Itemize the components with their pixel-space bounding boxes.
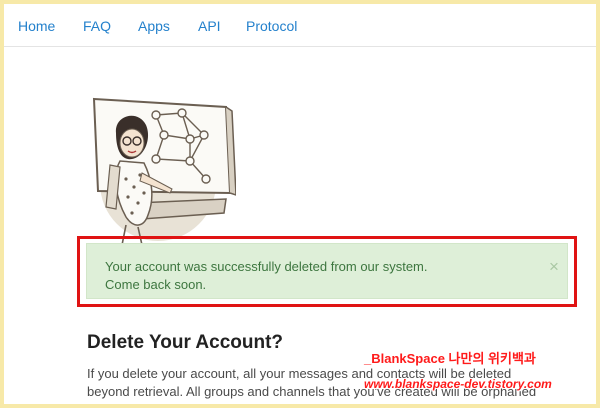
page-title: Delete Your Account?	[87, 332, 284, 353]
page-frame: Home FAQ Apps API Protocol Your account …	[4, 4, 596, 404]
nav-apps-link[interactable]: Apps	[138, 18, 170, 34]
nav-faq-link[interactable]: FAQ	[83, 18, 111, 34]
alert-message-secondary: Come back soon.	[105, 277, 207, 292]
nav-api-link[interactable]: API	[198, 18, 221, 34]
watermark-title: _BlankSpace 나만의 위키백과	[364, 351, 536, 366]
account-deleted-illustration	[92, 97, 236, 245]
watermark-url: www.blankspace-dev.tistory.com	[364, 377, 552, 391]
success-alert: Your account was successfully deleted fr…	[86, 243, 568, 299]
alert-message: Your account was successfully deleted fr…	[105, 259, 428, 274]
close-icon[interactable]: ×	[549, 258, 559, 275]
nav-home-link[interactable]: Home	[18, 18, 55, 34]
top-navigation: Home FAQ Apps API Protocol	[4, 4, 596, 47]
nav-protocol-link[interactable]: Protocol	[246, 18, 297, 34]
